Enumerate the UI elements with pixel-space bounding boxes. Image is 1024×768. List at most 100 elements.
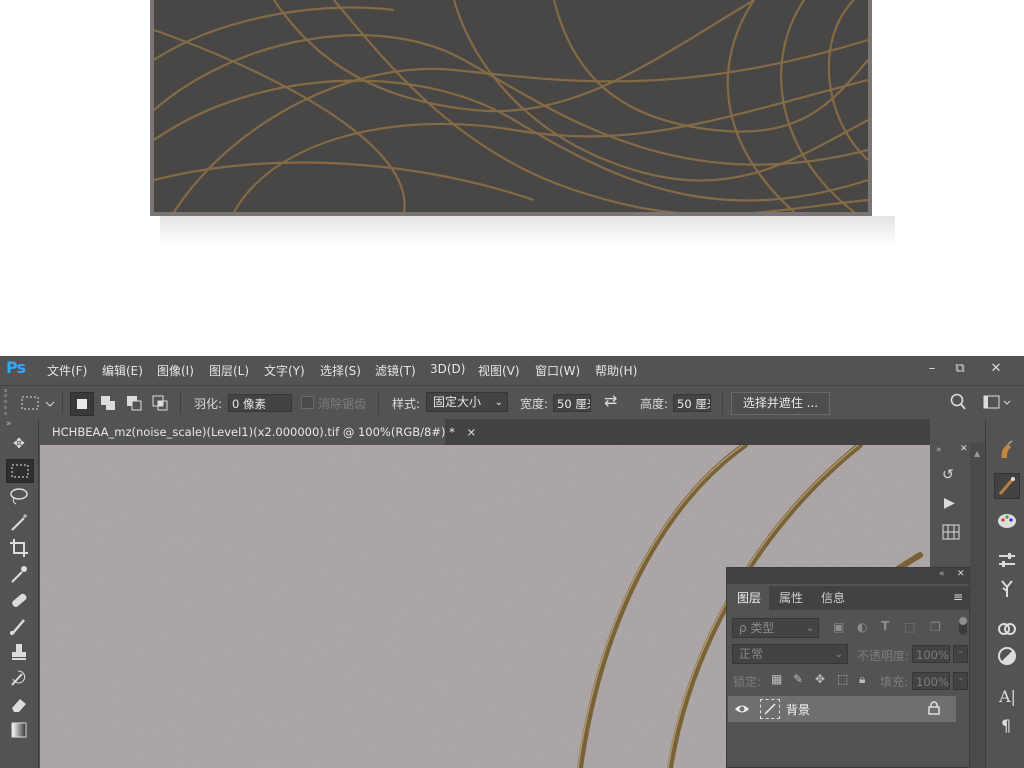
add-selection-button[interactable] [97, 392, 119, 414]
tab-info[interactable]: 信息 [811, 586, 856, 610]
menu-select[interactable]: 选择(S) [320, 362, 361, 379]
feather-input[interactable]: 0 像素 [228, 394, 292, 412]
brush-settings-icon[interactable] [994, 473, 1020, 499]
creative-cloud-icon[interactable] [996, 617, 1018, 639]
workspace-icon[interactable] [983, 393, 1013, 411]
visibility-eye-icon[interactable] [734, 701, 750, 717]
magic-wand-icon[interactable] [6, 511, 32, 533]
swap-dimensions-icon[interactable]: ⇄ [604, 391, 617, 410]
width-input[interactable]: 50 厘米 [553, 394, 591, 412]
close-window-button[interactable]: ✕ [985, 359, 1007, 379]
filter-type-label: ρ 类型 [739, 621, 775, 635]
menu-edit[interactable]: 编辑(E) [102, 362, 143, 379]
filter-toggle[interactable] [959, 617, 967, 635]
history-brush-icon[interactable] [6, 667, 32, 689]
tab-strip-fill [851, 586, 969, 610]
layer-row-background[interactable]: 背景 [728, 696, 956, 722]
swatches-grid-icon[interactable] [942, 523, 960, 545]
right-panel-strip: A| ¶ [985, 419, 1024, 768]
menu-window[interactable]: 窗口(W) [535, 362, 580, 379]
feather-label: 羽化: [194, 397, 223, 411]
adjustment-filter-icon[interactable]: ◐ [857, 620, 867, 634]
lock-transparent-icon[interactable]: ▦ [771, 672, 782, 686]
shape-filter-icon[interactable]: ⬚ [904, 620, 915, 634]
lock-artboard-icon[interactable]: ⬚ [837, 672, 848, 686]
panel-menu-icon[interactable]: ≡ [953, 590, 963, 604]
close-tab-icon[interactable]: × [467, 425, 477, 439]
blend-mode-select[interactable]: 正常 ⌄ [732, 644, 848, 664]
layer-filter-select[interactable]: ρ 类型 ⌄ [732, 618, 819, 638]
brush-preset-icon[interactable] [996, 439, 1018, 461]
layers-panel: « ✕ 图层 属性 信息 ≡ ρ 类型 ⌄ ▣ ◐ T ⬚ ❐ 正常 ⌄ 不透明… [726, 567, 970, 768]
styles-icon[interactable] [996, 645, 1018, 667]
photoshop-window: Ps 文件(F) 编辑(E) 图像(I) 图层(L) 文字(Y) 选择(S) 滤… [0, 356, 1024, 768]
height-input[interactable]: 50 厘米 [673, 394, 711, 412]
width-label: 宽度: [520, 397, 549, 411]
close-panel-icon[interactable]: ✕ [957, 569, 965, 579]
paragraph-panel-icon[interactable]: ¶ [1001, 716, 1011, 735]
libraries-icon[interactable] [996, 577, 1018, 599]
menu-file[interactable]: 文件(F) [47, 362, 87, 379]
scroll-up-icon[interactable]: ▲ [974, 449, 980, 458]
color-palette-icon[interactable] [996, 509, 1018, 531]
menu-view[interactable]: 视图(V) [478, 362, 520, 379]
opacity-input[interactable]: 100% [912, 645, 950, 663]
minimize-button[interactable]: – [921, 359, 943, 379]
menu-filter[interactable]: 滤镜(T) [375, 362, 416, 379]
move-icon[interactable]: ✥ [6, 433, 32, 455]
fill-input[interactable]: 100% [912, 672, 950, 690]
tab-layers[interactable]: 图层 [727, 586, 772, 610]
collapsed-panel-dock: » ✕ ↺ ▶ [932, 443, 970, 565]
stamp-icon[interactable] [6, 641, 32, 663]
crop-icon[interactable] [6, 537, 32, 559]
expand-dock-icon[interactable]: » [936, 445, 942, 455]
menu-image[interactable]: 图像(I) [157, 362, 194, 379]
antialias-checkbox[interactable] [301, 396, 314, 409]
close-dock-icon[interactable]: ✕ [960, 444, 968, 454]
layer-name[interactable]: 背景 [786, 701, 810, 718]
fill-dropdown-icon[interactable]: ⌄ [953, 672, 968, 690]
lasso-icon[interactable] [6, 485, 32, 507]
pixel-filter-icon[interactable]: ▣ [833, 620, 844, 634]
intersect-selection-icon [152, 395, 168, 411]
photoshop-logo: Ps [6, 358, 26, 377]
eyedropper-icon[interactable] [6, 563, 32, 585]
tab-properties[interactable]: 属性 [769, 586, 814, 610]
menu-3d[interactable]: 3D(D) [430, 362, 465, 376]
restore-button[interactable]: ⧉ [949, 359, 971, 379]
marquee-preset-picker[interactable] [20, 394, 56, 412]
gradient-icon[interactable] [6, 719, 32, 741]
style-select[interactable]: 固定大小 ⌄ [426, 392, 508, 412]
select-and-mask-button[interactable]: 选择并遮住 ... [731, 392, 830, 415]
options-bar: 羽化: 0 像素 消除锯齿 样式: 固定大小 ⌄ 宽度: 50 厘米 ⇄ 高度:… [0, 385, 1024, 419]
character-panel-icon[interactable]: A| [999, 687, 1016, 706]
antialias-label: 消除锯齿 [318, 397, 367, 411]
healing-brush-icon[interactable] [6, 589, 32, 611]
eraser-icon[interactable] [6, 693, 32, 715]
lock-paint-icon[interactable]: ✎ [793, 672, 803, 686]
artwork-shadow [160, 216, 895, 246]
brush-icon[interactable] [6, 615, 32, 637]
intersect-selection-button[interactable] [149, 392, 171, 414]
subtract-selection-icon [127, 396, 142, 411]
document-tab[interactable]: HCHBEAA_mz(noise_scale)(Level1)(x2.00000… [40, 419, 476, 445]
menu-type[interactable]: 文字(Y) [264, 362, 305, 379]
history-panel-icon[interactable]: ↺ [942, 467, 954, 483]
menu-layer[interactable]: 图层(L) [209, 362, 249, 379]
opacity-dropdown-icon[interactable]: ⌄ [953, 645, 968, 663]
lock-all-icon[interactable]: 🔒︎ [859, 672, 865, 687]
menu-help[interactable]: 帮助(H) [595, 362, 637, 379]
search-icon[interactable] [948, 392, 968, 412]
lock-position-icon[interactable]: ✥ [815, 672, 825, 686]
type-filter-icon[interactable]: T [881, 619, 889, 633]
smart-object-filter-icon[interactable]: ❐ [930, 620, 941, 634]
vertical-scrollbar[interactable]: ▲ [970, 443, 985, 768]
collapse-tools-icon[interactable]: » [6, 419, 12, 429]
collapse-panel-icon[interactable]: « [939, 569, 945, 579]
new-selection-button[interactable] [70, 392, 94, 416]
actions-play-icon[interactable]: ▶ [944, 495, 955, 511]
gold-line-artwork [154, 0, 868, 212]
subtract-selection-button[interactable] [123, 392, 145, 414]
adjustments-icon[interactable] [996, 549, 1018, 571]
marquee-icon[interactable] [6, 459, 34, 483]
